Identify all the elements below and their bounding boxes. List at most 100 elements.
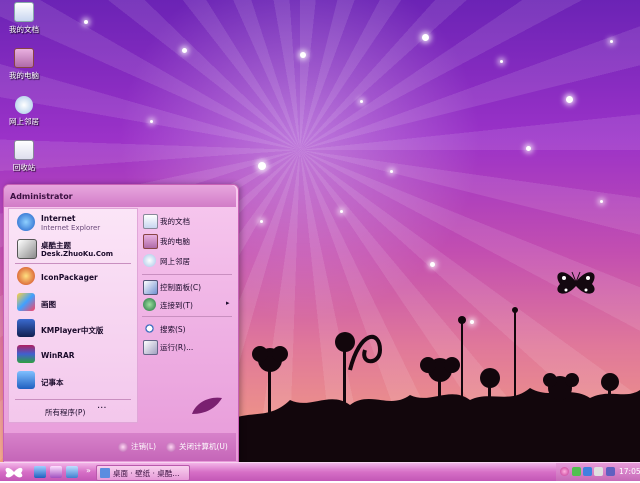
menu-item-title: WinRAR xyxy=(41,351,75,360)
star-decoration xyxy=(84,20,88,24)
ie-icon xyxy=(17,213,35,231)
right-item-network[interactable]: 网上邻居 xyxy=(140,252,232,270)
menu-item-iconpackager[interactable]: IconPackager xyxy=(13,265,135,289)
leaf-decoration xyxy=(192,397,222,414)
menu-item-title: IconPackager xyxy=(41,273,98,282)
right-item-label: 控制面板(C) xyxy=(160,283,202,292)
control-panel-icon xyxy=(143,280,158,295)
right-item-run[interactable]: 运行(R)... xyxy=(140,338,232,356)
zhuoku-icon xyxy=(17,239,37,259)
right-item-control-panel[interactable]: 控制面板(C) xyxy=(140,278,232,296)
menu-item-title: Internet xyxy=(41,214,76,223)
system-tray: 17:05 xyxy=(556,463,640,481)
right-item-label: 我的电脑 xyxy=(160,237,190,246)
submenu-arrow-icon: ▸ xyxy=(226,299,230,307)
tray-network-icon[interactable] xyxy=(572,467,581,476)
tray-volume-icon[interactable] xyxy=(606,467,615,476)
all-programs-button[interactable]: 所有程序(P) xyxy=(45,407,85,418)
star-decoration xyxy=(360,100,363,103)
shutdown-button[interactable]: 关闭计算机(U) xyxy=(166,441,228,455)
desktop-icon-network[interactable]: 网上邻居 xyxy=(0,96,48,127)
star-decoration xyxy=(150,120,153,123)
desktop-icon-my-computer[interactable]: 我的电脑 xyxy=(0,48,48,81)
my-computer-icon xyxy=(143,234,158,249)
menu-separator xyxy=(15,263,131,264)
right-item-my-documents[interactable]: 我的文档 xyxy=(140,212,232,230)
right-item-label: 我的文档 xyxy=(160,217,190,226)
kmplayer-icon xyxy=(17,319,35,337)
power-icon xyxy=(166,442,176,452)
menu-item-subtitle: Internet Explorer xyxy=(41,224,101,232)
menu-item-zhuoku[interactable]: 桌酷主题 Desk.ZhuoKu.Com xyxy=(13,237,135,261)
menu-item-winrar[interactable]: WinRAR xyxy=(13,343,135,367)
network-icon xyxy=(15,96,33,114)
logoff-button[interactable]: 注销(L) xyxy=(118,441,156,455)
right-item-label: 网上邻居 xyxy=(160,257,190,266)
folder-icon xyxy=(14,2,34,22)
menu-item-title: KMPlayer中文版 xyxy=(41,326,104,335)
desktop-icon-label: 网上邻居 xyxy=(9,117,39,126)
desktop-icon-recycle-bin[interactable]: 回收站 xyxy=(0,140,48,173)
right-item-my-computer[interactable]: 我的电脑 xyxy=(140,232,232,250)
recycle-bin-icon xyxy=(14,140,34,160)
connect-icon xyxy=(143,298,156,311)
menu-separator xyxy=(15,399,131,400)
quicklaunch-media-icon[interactable] xyxy=(50,466,62,478)
taskbar-window-button[interactable]: 桌面 · 壁纸 · 桌酷... xyxy=(96,465,190,481)
notepad-icon xyxy=(17,371,35,389)
run-icon xyxy=(143,340,158,355)
star-decoration xyxy=(500,60,503,63)
menu-item-title: 记事本 xyxy=(41,378,64,387)
quicklaunch-expand-icon[interactable]: » xyxy=(86,466,91,475)
desktop-icon-label: 我的电脑 xyxy=(9,71,39,80)
network-icon xyxy=(143,254,156,267)
menu-separator xyxy=(142,274,232,275)
star-decoration xyxy=(340,210,343,213)
paint-icon xyxy=(17,293,35,311)
right-item-search[interactable]: 搜索(S) xyxy=(140,320,232,338)
right-item-label: 搜索(S) xyxy=(160,325,186,334)
menu-item-internet[interactable]: Internet Internet Explorer xyxy=(13,211,135,235)
start-menu-left-pane: Internet Internet Explorer 桌酷主题 Desk.Zhu… xyxy=(8,208,138,423)
menu-item-paint[interactable]: 画图 xyxy=(13,291,135,315)
star-decoration xyxy=(258,162,266,170)
star-decoration xyxy=(600,200,603,203)
my-documents-icon xyxy=(143,214,158,229)
more-arrow-icon[interactable]: ··· xyxy=(97,403,107,414)
shutdown-label: 关闭计算机(U) xyxy=(179,442,228,451)
star-decoration xyxy=(260,220,263,223)
tray-app-icon[interactable] xyxy=(560,467,569,476)
star-decoration xyxy=(430,262,435,267)
start-menu-right-pane: 我的文档 我的电脑 网上邻居 控制面板(C) 连接到(T) ▸ 搜索(S) 运行… xyxy=(138,208,236,421)
star-decoration xyxy=(422,34,429,41)
star-decoration xyxy=(390,170,393,173)
desktop-icon-label: 我的文档 xyxy=(9,25,39,34)
flower-silhouette-decoration xyxy=(230,307,640,462)
tray-display-icon[interactable] xyxy=(594,467,603,476)
tray-security-icon[interactable] xyxy=(583,467,592,476)
logoff-icon xyxy=(118,442,128,452)
right-item-label: 连接到(T) xyxy=(160,301,193,310)
desktop-icon-label: 回收站 xyxy=(12,163,36,172)
star-decoration xyxy=(610,40,613,43)
desktop-icon-my-documents[interactable]: 我的文档 xyxy=(0,2,48,35)
logoff-label: 注销(L) xyxy=(131,442,157,451)
window-icon xyxy=(100,468,110,478)
right-item-connect-to[interactable]: 连接到(T) ▸ xyxy=(140,296,232,314)
menu-item-kmplayer[interactable]: KMPlayer中文版 xyxy=(13,317,135,341)
star-decoration xyxy=(182,48,187,53)
taskbar: » 桌面 · 壁纸 · 桌酷... 17:05 xyxy=(0,462,640,481)
star-decoration xyxy=(526,146,531,151)
star-decoration xyxy=(300,52,306,58)
quicklaunch-ie-icon[interactable] xyxy=(34,466,46,478)
clock[interactable]: 17:05 xyxy=(619,467,640,476)
start-button[interactable] xyxy=(0,463,28,481)
start-menu-footer: 注销(L) 关闭计算机(U) xyxy=(4,433,236,461)
quicklaunch-desktop-icon[interactable] xyxy=(66,466,78,478)
winrar-icon xyxy=(17,345,35,363)
user-name: Administrator xyxy=(10,192,73,201)
menu-separator xyxy=(142,316,232,317)
butterfly-start-icon xyxy=(5,467,23,478)
menu-item-title: 画图 xyxy=(41,300,56,309)
menu-item-notepad[interactable]: 记事本 xyxy=(13,369,135,393)
